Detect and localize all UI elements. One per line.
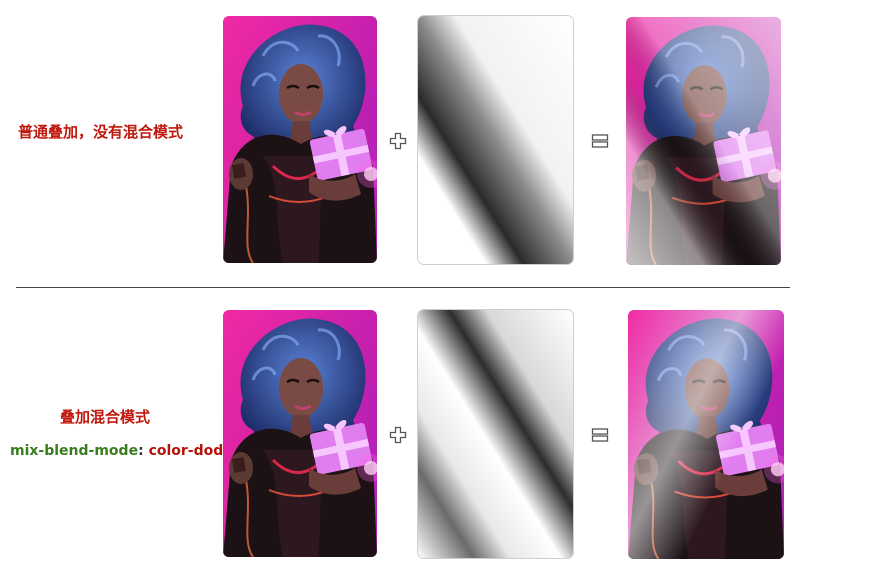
equals-icon (591, 426, 609, 444)
css-code-line: mix-blend-mode: color-dodge (10, 443, 243, 459)
top-gradient-layer (417, 15, 574, 265)
top-result-image (626, 17, 781, 265)
css-colon: : (138, 443, 144, 459)
bottom-gradient-layer (417, 309, 574, 559)
plus-icon (389, 132, 407, 150)
section-divider (16, 287, 790, 288)
normal-overlay-label: 普通叠加，没有混合模式 (18, 123, 184, 141)
equals-icon (591, 132, 609, 150)
bottom-source-image (223, 310, 377, 557)
bottom-result-image (628, 310, 784, 559)
blend-mode-label: 叠加混合模式 (60, 408, 151, 426)
css-property: mix-blend-mode (10, 443, 139, 459)
plus-icon (389, 426, 407, 444)
top-source-image (223, 16, 377, 263)
